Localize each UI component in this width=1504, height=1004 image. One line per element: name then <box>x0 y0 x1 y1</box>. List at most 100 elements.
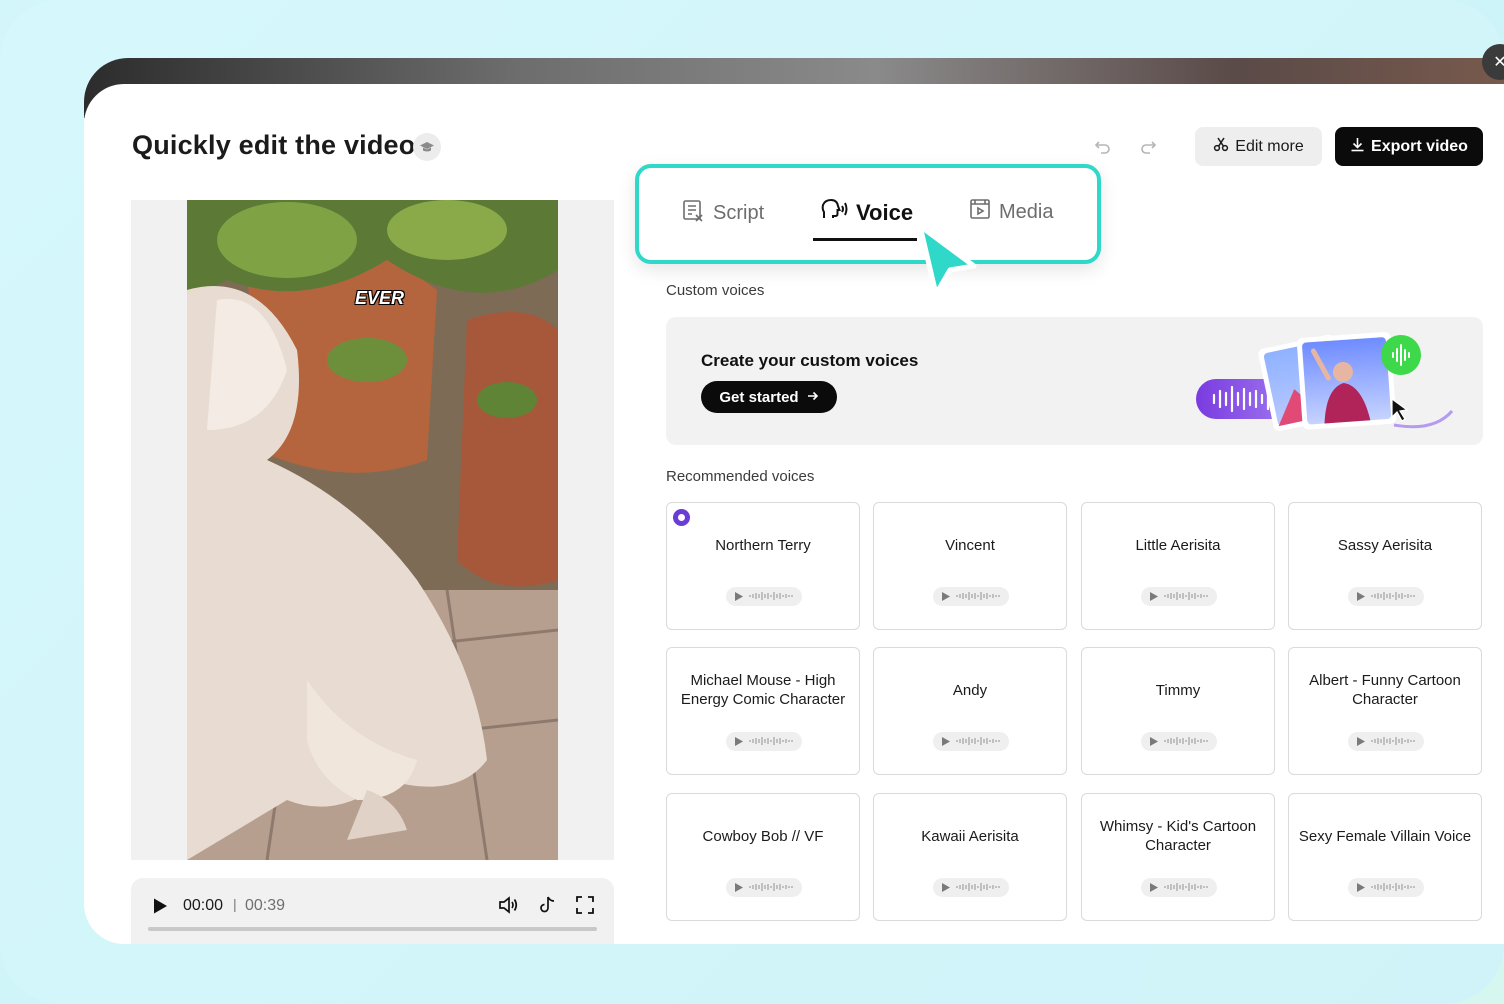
play-icon <box>1150 879 1158 897</box>
waveform-icon <box>1371 588 1415 606</box>
editor-window: Quickly edit the video Edit more Export … <box>84 84 1504 944</box>
arrow-right-icon <box>807 389 819 406</box>
time-separator: | <box>233 896 237 912</box>
recommended-voices-label: Recommended voices <box>666 468 815 485</box>
play-icon <box>735 879 743 897</box>
video-frame-image: EVER <box>187 200 558 860</box>
voice-preview-button[interactable] <box>1141 878 1217 897</box>
edit-more-label: Edit more <box>1235 137 1304 155</box>
script-icon <box>681 198 705 228</box>
voice-card[interactable]: Michael Mouse - High Energy Comic Charac… <box>666 647 860 775</box>
total-time: 00:39 <box>245 897 286 914</box>
tab-script[interactable]: Script <box>681 198 764 228</box>
video-caption: EVER <box>355 288 405 308</box>
progress-bar[interactable] <box>148 927 597 931</box>
tab-voice-label: Voice <box>856 200 914 225</box>
edit-more-button[interactable]: Edit more <box>1195 127 1322 166</box>
voice-preview-button[interactable] <box>1348 732 1424 751</box>
voice-preview-button[interactable] <box>726 878 802 897</box>
cursor-pointer-icon <box>912 220 982 298</box>
waveform-icon <box>749 733 793 751</box>
waveform-icon <box>956 588 1000 606</box>
play-icon <box>942 879 950 897</box>
fullscreen-icon[interactable] <box>575 895 595 915</box>
redo-icon[interactable] <box>1137 136 1159 158</box>
waveform-icon <box>1371 733 1415 751</box>
voice-preview-button[interactable] <box>933 878 1009 897</box>
tab-script-label: Script <box>713 201 765 224</box>
voice-preview-button[interactable] <box>1141 732 1217 751</box>
get-started-button[interactable]: Get started <box>701 381 837 413</box>
voice-card[interactable]: Cowboy Bob // VF <box>666 793 860 921</box>
voice-name: Sexy Female Villain Voice <box>1298 827 1472 845</box>
play-icon[interactable] <box>151 897 169 915</box>
voice-name: Little Aerisita <box>1135 536 1221 554</box>
waveform-icon <box>1371 879 1415 897</box>
voice-preview-button[interactable] <box>1348 587 1424 606</box>
custom-voices-title: Create your custom voices <box>701 351 919 370</box>
custom-voices-card: Create your custom voices Get started <box>666 317 1483 445</box>
play-icon <box>942 733 950 751</box>
tutorial-icon[interactable] <box>413 133 441 161</box>
export-video-button[interactable]: Export video <box>1335 127 1483 166</box>
waveform-icon <box>956 879 1000 897</box>
voice-preview-button[interactable] <box>933 732 1009 751</box>
undo-icon[interactable] <box>1092 136 1114 158</box>
voice-card[interactable]: Whimsy - Kid's Cartoon Character <box>1081 793 1275 921</box>
tab-bar: Script Voice Media <box>635 164 1101 264</box>
custom-voice-illustration <box>1194 327 1464 439</box>
play-icon <box>1150 733 1158 751</box>
page-title: Quickly edit the video <box>132 130 416 160</box>
voice-card[interactable]: Northern Terry <box>666 502 860 630</box>
voice-card[interactable]: Albert - Funny Cartoon Character <box>1288 647 1482 775</box>
play-icon <box>1357 879 1365 897</box>
play-icon <box>735 588 743 606</box>
voice-card[interactable]: Kawaii Aerisita <box>873 793 1067 921</box>
voice-preview-button[interactable] <box>933 587 1009 606</box>
voice-name: Kawaii Aerisita <box>921 827 1019 845</box>
tab-media-label: Media <box>999 200 1054 223</box>
voice-card[interactable]: Vincent <box>873 502 1067 630</box>
voice-card[interactable]: Sassy Aerisita <box>1288 502 1482 630</box>
voice-name: Albert - Funny Cartoon Character <box>1309 672 1461 708</box>
voice-name: Michael Mouse - High Energy Comic Charac… <box>680 672 846 708</box>
voice-card[interactable]: Sexy Female Villain Voice <box>1288 793 1482 921</box>
play-icon <box>1150 588 1158 606</box>
play-icon <box>1357 588 1365 606</box>
voice-card[interactable]: Timmy <box>1081 647 1275 775</box>
waveform-icon <box>956 733 1000 751</box>
voice-preview-button[interactable] <box>726 732 802 751</box>
custom-voices-label: Custom voices <box>666 282 765 299</box>
voice-name: Cowboy Bob // VF <box>702 827 824 845</box>
voice-name: Andy <box>952 681 988 699</box>
active-tab-indicator <box>813 238 917 241</box>
current-time: 00:00 <box>183 897 224 914</box>
play-icon <box>735 733 743 751</box>
player-controls: 00:00 | 00:39 <box>131 878 614 944</box>
voice-name: Northern Terry <box>715 536 811 554</box>
voice-preview-button[interactable] <box>1141 587 1217 606</box>
voice-card[interactable]: Andy <box>873 647 1067 775</box>
tiktok-icon[interactable] <box>537 894 559 916</box>
voice-name: Sassy Aerisita <box>1337 536 1433 554</box>
volume-icon[interactable] <box>497 894 519 916</box>
get-started-label: Get started <box>719 388 799 406</box>
video-preview[interactable]: EVER <box>131 200 614 860</box>
voice-icon <box>820 198 848 228</box>
voice-preview-button[interactable] <box>1348 878 1424 897</box>
waveform-icon <box>1164 588 1208 606</box>
waveform-icon <box>749 588 793 606</box>
voice-card[interactable]: Little Aerisita <box>1081 502 1275 630</box>
voice-name: Timmy <box>1155 681 1201 699</box>
play-icon <box>942 588 950 606</box>
tab-voice[interactable]: Voice <box>820 198 913 228</box>
waveform-icon <box>1164 733 1208 751</box>
voice-name: Whimsy - Kid's Cartoon Character <box>1099 818 1257 854</box>
scissors-icon <box>1213 136 1229 157</box>
export-video-label: Export video <box>1371 137 1468 155</box>
voice-name: Vincent <box>945 536 995 554</box>
voice-preview-button[interactable] <box>726 587 802 606</box>
play-icon <box>1357 733 1365 751</box>
download-icon <box>1350 137 1365 157</box>
waveform-icon <box>1164 879 1208 897</box>
